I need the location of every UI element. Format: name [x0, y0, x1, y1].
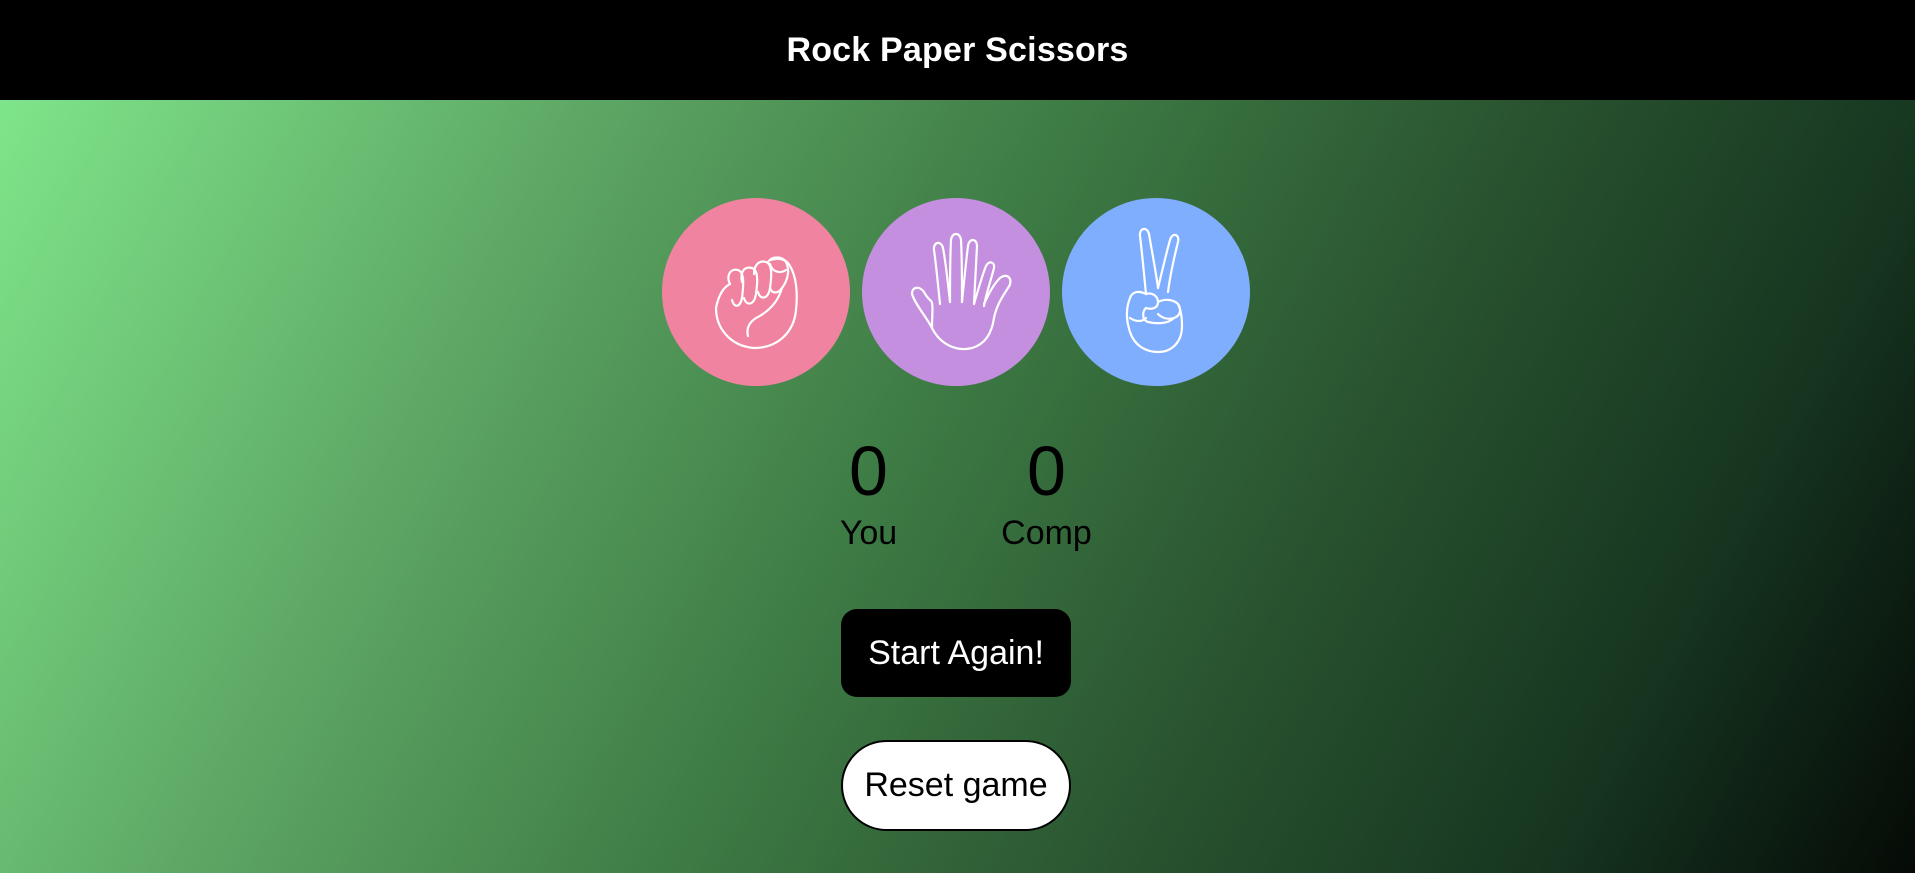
start-again-button[interactable]: Start Again!	[841, 609, 1071, 697]
user-score-label: You	[839, 514, 898, 552]
game-stage: 0 You 0 Comp Start Again! Reset game	[0, 100, 1915, 873]
rock-choice-button[interactable]	[662, 198, 850, 386]
game-app: Rock Paper Scissors 0 You 0 Comp Start A…	[0, 0, 1915, 873]
computer-score-label: Comp	[1001, 514, 1092, 552]
open-hand-icon	[910, 232, 1012, 351]
reset-game-button[interactable]: Reset game	[841, 740, 1071, 831]
user-score: 0 You	[819, 432, 919, 554]
top-bar: Rock Paper Scissors	[0, 0, 1915, 100]
scissors-choice-button[interactable]	[1062, 198, 1250, 386]
user-score-value: 0	[849, 432, 888, 510]
peace-hand-icon	[1125, 227, 1184, 354]
computer-score: 0 Comp	[997, 432, 1097, 554]
choice-buttons	[662, 198, 1250, 386]
computer-score-value: 0	[1027, 432, 1066, 510]
fist-icon	[714, 256, 798, 350]
paper-choice-button[interactable]	[862, 198, 1050, 386]
page-title: Rock Paper Scissors	[786, 30, 1129, 69]
scoreboard: 0 You 0 Comp	[0, 432, 1915, 554]
